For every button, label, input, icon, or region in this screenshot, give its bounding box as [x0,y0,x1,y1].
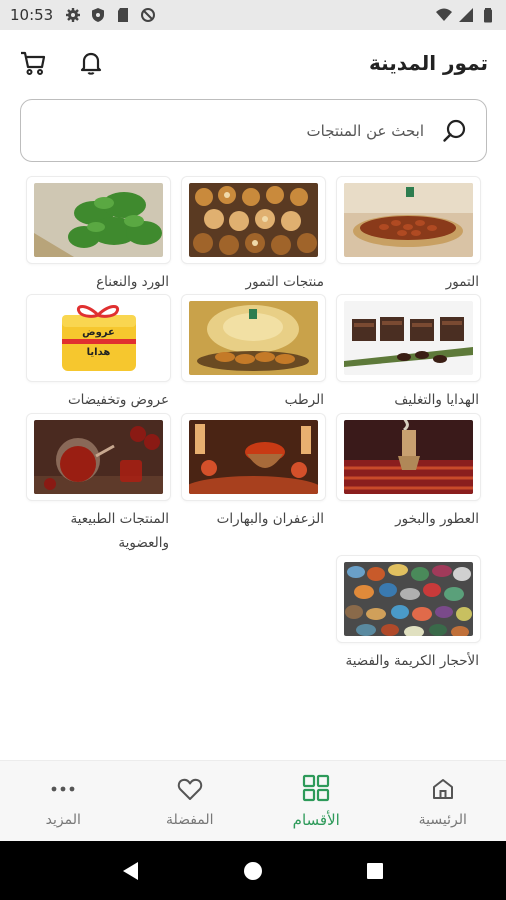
gift-boxes-image [344,301,473,375]
nav-item-favorites[interactable]: المفضلة [127,761,254,841]
nav-label: المزيد [45,812,81,828]
herbal-tea-image [34,420,163,494]
bell-icon [80,52,102,75]
page-title: تمور المدينة [368,51,488,75]
category-card [336,176,481,264]
category-label: عروض وتخفيضات [67,392,169,408]
recents-square-icon [367,862,383,879]
battery-icon [484,8,492,23]
sd-card-icon [118,8,129,22]
bottom-navigation: الرئيسية الأقسام المفضلة المزيد [0,760,506,841]
status-bar: 10:53 [0,0,506,30]
offers-gift-image: عروض هدايا [34,301,163,375]
category-card [336,555,481,643]
category-roses-mint[interactable]: الورد والنعناع [26,176,171,294]
category-label: الهدايا والتغليف [394,392,479,408]
nav-label: الأقسام [292,811,340,829]
offers-text-line2: هدايا [86,347,111,358]
category-dates[interactable]: التمور [336,176,481,294]
notifications-button[interactable] [76,48,106,78]
category-card [26,176,171,264]
category-gifts-packaging[interactable]: الهدايا والتغليف [336,294,481,412]
category-label: التمور [445,274,479,290]
category-card [181,413,326,501]
system-navigation-bar [0,841,506,900]
mint-leaves-image [34,183,163,257]
dates-platter-image [344,183,473,257]
app-header: تمور المدينة [0,30,506,96]
category-label: الأحجار الكريمة والفضية [345,653,479,669]
category-saffron-spices[interactable]: الزعفران والبهارات [181,413,326,531]
status-icons-left [65,7,156,23]
category-card [181,176,326,264]
category-natural-organic[interactable]: المنتجات الطبيعية والعضوية [26,413,171,555]
signal-icon [459,8,473,22]
home-icon [428,774,458,804]
category-card [26,413,171,501]
category-label: العطور والبخور [395,511,479,527]
category-card [181,294,326,382]
offers-text-line1: عروض [82,327,115,338]
search-icon[interactable] [440,116,470,146]
nav-label: الرئيسية [418,812,467,828]
nav-item-home[interactable]: الرئيسية [380,761,506,841]
search-input[interactable] [37,121,424,140]
app-screen: 10:53 تمور المدينة ابحث عن المنتجات التم… [0,0,506,900]
heart-icon [175,774,205,804]
search-bar[interactable] [20,99,487,162]
cart-button[interactable] [18,48,48,78]
category-perfumes-incense[interactable]: العطور والبخور [336,413,481,531]
gemstones-image [344,562,473,636]
saffron-spices-image [189,420,318,494]
recents-button[interactable] [360,856,390,886]
more-icon [48,774,78,804]
category-label: منتجات التمور [245,274,324,290]
category-card [336,294,481,382]
settings-gear-icon [66,8,81,22]
home-circle-icon [244,861,262,880]
incense-burner-image [344,420,473,494]
back-button[interactable] [116,856,146,886]
back-triangle-icon [123,861,138,880]
shield-icon [92,8,105,22]
nav-item-more[interactable]: المزيد [0,761,127,841]
category-label: الورد والنعناع [96,274,169,290]
nav-label: المفضلة [165,812,214,828]
category-gemstones-silver[interactable]: الأحجار الكريمة والفضية [336,555,481,673]
category-card [336,413,481,501]
category-card: عروض هدايا [26,294,171,382]
category-fresh-dates[interactable]: الرطب [181,294,326,412]
date-products-image [189,183,318,257]
category-label: الزعفران والبهارات [216,511,324,527]
status-icons-right [436,7,496,23]
fresh-dates-image [189,301,318,375]
home-button[interactable] [238,856,268,886]
category-offers[interactable]: عروض هدايا عروض وتخفيضات [26,294,171,412]
category-date-products[interactable]: منتجات التمور [181,176,326,294]
category-label: المنتجات الطبيعية والعضوية [70,511,169,551]
data-saver-icon [141,8,156,22]
status-time: 10:53 [10,6,54,24]
grid-icon [301,773,331,803]
nav-item-categories[interactable]: الأقسام [253,761,380,841]
category-label: الرطب [284,392,324,408]
wifi-icon [436,8,452,21]
cart-icon [21,51,46,75]
